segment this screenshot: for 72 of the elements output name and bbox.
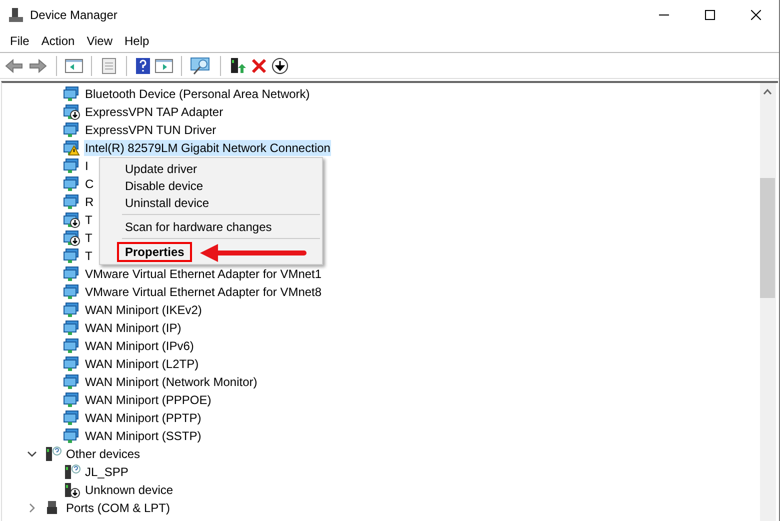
device-item[interactable]: WAN Miniport (Network Monitor) — [84, 374, 258, 390]
network-adapter-icon — [63, 266, 81, 282]
device-item[interactable]: WAN Miniport (PPPOE) — [84, 392, 212, 408]
menu-item[interactable]: Uninstall device — [100, 194, 322, 211]
disabled-adapter-icon — [63, 104, 81, 120]
disabled-adapter-icon — [63, 212, 81, 228]
tree-category[interactable]: Other devices — [65, 446, 142, 462]
network-adapter-icon — [63, 284, 81, 300]
device-item[interactable]: Unknown device — [84, 482, 174, 498]
device-item[interactable]: WAN Miniport (PPTP) — [84, 410, 202, 426]
device-item[interactable]: WAN Miniport (L2TP) — [84, 356, 200, 372]
network-adapter-icon — [63, 374, 81, 390]
device-item[interactable]: Intel(R) 82579LM Gigabit Network Connection — [84, 140, 332, 156]
device-item[interactable]: Bluetooth Device (Personal Area Network) — [84, 86, 311, 102]
menu-item[interactable]: View — [80, 34, 118, 48]
monitor-search-icon[interactable] — [190, 56, 212, 74]
help-icon[interactable] — [135, 56, 151, 74]
device-item[interactable]: I — [84, 158, 90, 174]
network-adapter-icon — [63, 122, 81, 138]
close-icon — [751, 10, 761, 20]
device-item[interactable]: ExpressVPN TAP Adapter — [84, 104, 224, 120]
device-item[interactable]: JL_SPP — [84, 464, 130, 480]
device-item[interactable]: C — [84, 176, 95, 192]
disabled-adapter-icon — [63, 230, 81, 246]
network-adapter-icon — [63, 428, 81, 444]
device-item[interactable]: T — [84, 248, 94, 264]
back-icon[interactable] — [4, 58, 24, 74]
network-adapter-icon — [63, 356, 81, 372]
network-adapter-icon — [63, 248, 81, 264]
menu-item[interactable]: Scan for hardware changes — [100, 218, 322, 235]
device-item[interactable]: WAN Miniport (SSTP) — [84, 428, 202, 444]
update-driver-icon[interactable] — [229, 56, 247, 74]
uninstall-icon[interactable] — [251, 58, 267, 74]
network-adapter-icon — [63, 392, 81, 408]
pane-icon[interactable] — [155, 58, 173, 74]
device-item[interactable]: R — [84, 194, 95, 210]
device-item[interactable]: WAN Miniport (IPv6) — [84, 338, 195, 354]
forward-icon[interactable] — [28, 58, 48, 74]
menu-item[interactable]: Help — [118, 34, 156, 48]
tree-category[interactable]: Ports (COM & LPT) — [65, 500, 172, 516]
device-item[interactable]: WAN Miniport (IKEv2) — [84, 302, 203, 318]
disabled-device-icon — [63, 482, 81, 498]
device-item[interactable]: ExpressVPN TUN Driver — [84, 122, 218, 138]
document-icon[interactable] — [100, 58, 118, 74]
window-title: Device Manager — [30, 8, 118, 22]
network-adapter-icon — [63, 176, 81, 192]
network-adapter-icon — [63, 320, 81, 336]
device-item[interactable]: T — [84, 230, 94, 246]
unknown-device-icon — [44, 446, 62, 462]
network-adapter-icon — [63, 86, 81, 102]
menu-item[interactable]: File — [4, 34, 36, 48]
unknown-device-icon — [63, 464, 81, 480]
scrollbar[interactable] — [760, 83, 776, 521]
warning-adapter-icon — [63, 140, 81, 156]
computer-icon — [8, 7, 24, 23]
network-adapter-icon — [63, 194, 81, 210]
pane-icon[interactable] — [65, 58, 83, 74]
network-adapter-icon — [63, 410, 81, 426]
maximize-icon — [705, 10, 715, 20]
device-item[interactable]: T — [84, 212, 94, 228]
device-item[interactable]: VMware Virtual Ethernet Adapter for VMnet1 — [84, 266, 323, 282]
menu-item[interactable]: Action — [35, 34, 81, 48]
network-adapter-icon — [63, 338, 81, 354]
menu-item[interactable]: Disable device — [100, 177, 322, 194]
disable-icon[interactable] — [271, 56, 289, 74]
menu-item[interactable]: Update driver — [100, 160, 322, 177]
device-item[interactable]: VMware Virtual Ethernet Adapter for VMnet8 — [84, 284, 323, 300]
menu-item[interactable]: Properties — [117, 242, 192, 262]
device-item[interactable]: WAN Miniport (IP) — [84, 320, 182, 336]
network-adapter-icon — [63, 158, 81, 174]
scrollbar-thumb[interactable] — [760, 178, 775, 298]
network-adapter-icon — [63, 302, 81, 318]
